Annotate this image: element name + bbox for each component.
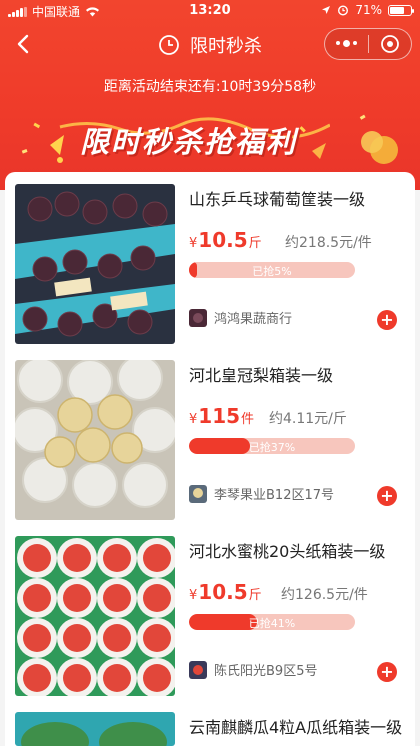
sold-progress-label: 已抢5% xyxy=(252,265,292,278)
banner: 限时秒杀抢福利 xyxy=(50,115,330,163)
list-item[interactable]: 河北皇冠梨箱装一级 ¥ 115 件 约4.11元/斤 已抢37% 李琴果业B12… xyxy=(5,348,415,524)
sold-progress-bar: 已抢37% xyxy=(189,438,355,454)
battery-icon xyxy=(388,4,414,16)
list-item[interactable]: 云南麒麟瓜4粒A瓜纸箱装一级 xyxy=(5,700,415,746)
product-image xyxy=(15,712,175,746)
product-title[interactable]: 山东乒乓球葡萄筐装一级 xyxy=(189,186,365,210)
add-to-cart-button[interactable]: + xyxy=(377,662,397,682)
product-image xyxy=(15,184,175,344)
seller-avatar xyxy=(189,308,207,327)
product-price: ¥ 10.5 斤 xyxy=(189,228,262,252)
list-item[interactable]: 山东乒乓球葡萄筐装一级 ¥ 10.5 斤 约218.5元/件 已抢5% 鸿鸿果蔬… xyxy=(5,172,415,348)
unit-price: 约218.5元/件 xyxy=(285,235,372,251)
sold-progress-bar: 已抢5% xyxy=(189,262,355,278)
sold-progress-label: 已抢37% xyxy=(248,441,296,454)
header: 中国联通 13:20 71% 限时秒杀 距离活动结束还有:10时39分58秒 限… xyxy=(0,0,420,190)
product-price: ¥ 10.5 斤 xyxy=(189,580,262,604)
seller-name: 李琴果业B12区17号 xyxy=(214,488,335,503)
nav-bar: 限时秒杀 xyxy=(0,22,420,66)
seller-name: 鸿鸿果蔬商行 xyxy=(214,312,293,327)
more-icon[interactable] xyxy=(325,40,368,47)
battery-percent: 71% xyxy=(355,3,382,17)
unit-price: 约4.11元/斤 xyxy=(269,411,347,427)
seller-avatar xyxy=(189,660,207,679)
countdown-text: 距离活动结束还有:10时39分58秒 xyxy=(103,79,317,95)
seller-avatar xyxy=(189,484,207,503)
product-image xyxy=(15,360,175,520)
close-target-icon[interactable] xyxy=(368,34,411,54)
seller[interactable]: 陈氏阳光B9区5号 xyxy=(189,660,317,679)
seller[interactable]: 李琴果业B12区17号 xyxy=(189,484,334,503)
seller[interactable]: 鸿鸿果蔬商行 xyxy=(189,308,292,327)
status-bar: 中国联通 13:20 71% xyxy=(0,0,420,22)
banner-title: 限时秒杀抢福利 xyxy=(80,125,298,159)
add-to-cart-button[interactable]: + xyxy=(377,486,397,506)
product-price: ¥ 115 件 xyxy=(189,404,255,428)
alarm-icon xyxy=(338,5,349,16)
product-image xyxy=(15,536,175,696)
sold-progress-label: 已抢41% xyxy=(248,617,296,630)
product-title[interactable]: 云南麒麟瓜4粒A瓜纸箱装一级 xyxy=(189,714,402,738)
seller-name: 陈氏阳光B9区5号 xyxy=(214,664,318,679)
clock-icon xyxy=(159,35,179,55)
add-to-cart-button[interactable]: + xyxy=(377,310,397,330)
mini-program-capsule xyxy=(324,28,412,60)
unit-price: 约126.5元/件 xyxy=(281,587,368,603)
battery-fill xyxy=(390,6,405,14)
sold-progress-bar: 已抢41% xyxy=(189,614,355,630)
page-title: 限时秒杀 xyxy=(190,36,262,57)
location-icon xyxy=(322,6,331,14)
product-title[interactable]: 河北水蜜桃20头纸箱装一级 xyxy=(189,538,385,562)
product-title[interactable]: 河北皇冠梨箱装一级 xyxy=(189,362,333,386)
list-item[interactable]: 河北水蜜桃20头纸箱装一级 ¥ 10.5 斤 约126.5元/件 已抢41% 陈… xyxy=(5,524,415,700)
